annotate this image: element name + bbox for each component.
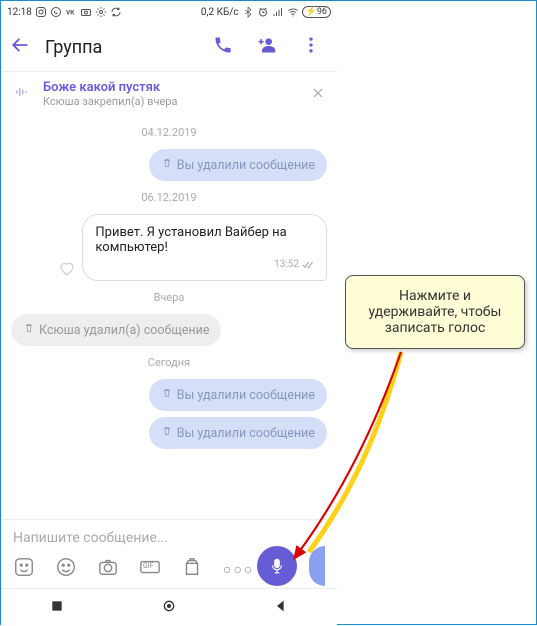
chat-header: Группа [1, 23, 337, 71]
whatsapp-icon [50, 6, 62, 18]
pinned-title: Боже какой пустяк [43, 80, 299, 95]
status-time: 12:18 [7, 7, 32, 18]
voice-record-button[interactable] [257, 546, 297, 586]
gallery-button[interactable] [181, 556, 203, 582]
bluetooth-icon [242, 6, 254, 18]
nav-back[interactable] [273, 598, 289, 618]
camera-icon [80, 6, 92, 18]
message-composer: Напишите сообщение... GIF ○○○ [1, 519, 337, 588]
status-bar: 12:18 VK 0,2 КБ/с ⚡96 [1, 1, 337, 23]
date-separator: Сегодня [11, 356, 327, 369]
nav-home[interactable] [161, 598, 177, 618]
status-net: 0,2 КБ/с [201, 7, 239, 18]
back-button[interactable] [9, 34, 31, 60]
chat-title[interactable]: Группа [45, 37, 199, 58]
deleted-message-outgoing[interactable]: Вы удалили сообщение [149, 417, 327, 449]
camera-button[interactable] [97, 556, 119, 582]
trash-icon [161, 425, 173, 441]
message-timestamp: 13:52 [95, 259, 314, 270]
sync-icon [110, 6, 122, 18]
trash-icon [23, 322, 35, 338]
alarm-icon [257, 6, 269, 18]
more-button[interactable] [301, 35, 321, 59]
deleted-message-incoming[interactable]: Ксюша удалил(а) сообщение [11, 314, 221, 346]
instagram-icon [35, 6, 47, 18]
audio-wave-icon [13, 83, 31, 105]
message-list[interactable]: 04.12.2019 Вы удалили сообщение 06.12.20… [1, 116, 337, 519]
pinned-subtitle: Ксюша закрепил(а) вчера [43, 95, 299, 108]
more-options-button[interactable]: ○○○ [223, 561, 254, 578]
deleted-message-outgoing[interactable]: Вы удалили сообщение [149, 149, 327, 181]
trash-icon [161, 157, 173, 173]
pinned-message[interactable]: Боже какой пустяк Ксюша закрепил(а) вчер… [1, 71, 337, 116]
system-nav-bar [1, 588, 337, 626]
call-button[interactable] [213, 35, 233, 59]
date-separator: 06.12.2019 [11, 191, 327, 204]
signal-icon [272, 6, 284, 18]
unpin-button[interactable] [311, 85, 325, 104]
date-separator: 04.12.2019 [11, 126, 327, 139]
message-text: Привет. Я установил Вайбер на компьютер! [95, 225, 286, 255]
send-button-partial[interactable] [309, 546, 325, 586]
date-separator: Вчера [11, 291, 327, 304]
like-icon[interactable] [58, 259, 76, 281]
nav-recents[interactable] [49, 598, 65, 618]
sticker-button[interactable] [13, 556, 35, 582]
settings-icon [95, 6, 107, 18]
deleted-message-outgoing[interactable]: Вы удалили сообщение [149, 379, 327, 411]
battery-indicator: ⚡96 [302, 6, 331, 18]
gif-button[interactable]: GIF [139, 556, 161, 582]
message-bubble-outgoing[interactable]: Привет. Я установил Вайбер на компьютер!… [82, 214, 327, 281]
trash-icon [161, 387, 173, 403]
tooltip-hint: Нажмите и удерживайте, чтобы записать го… [345, 275, 525, 349]
add-participant-button[interactable] [257, 35, 277, 59]
vk-icon: VK [65, 6, 77, 18]
svg-text:VK: VK [66, 9, 75, 17]
wifi-icon [287, 6, 299, 18]
emoji-button[interactable] [55, 556, 77, 582]
